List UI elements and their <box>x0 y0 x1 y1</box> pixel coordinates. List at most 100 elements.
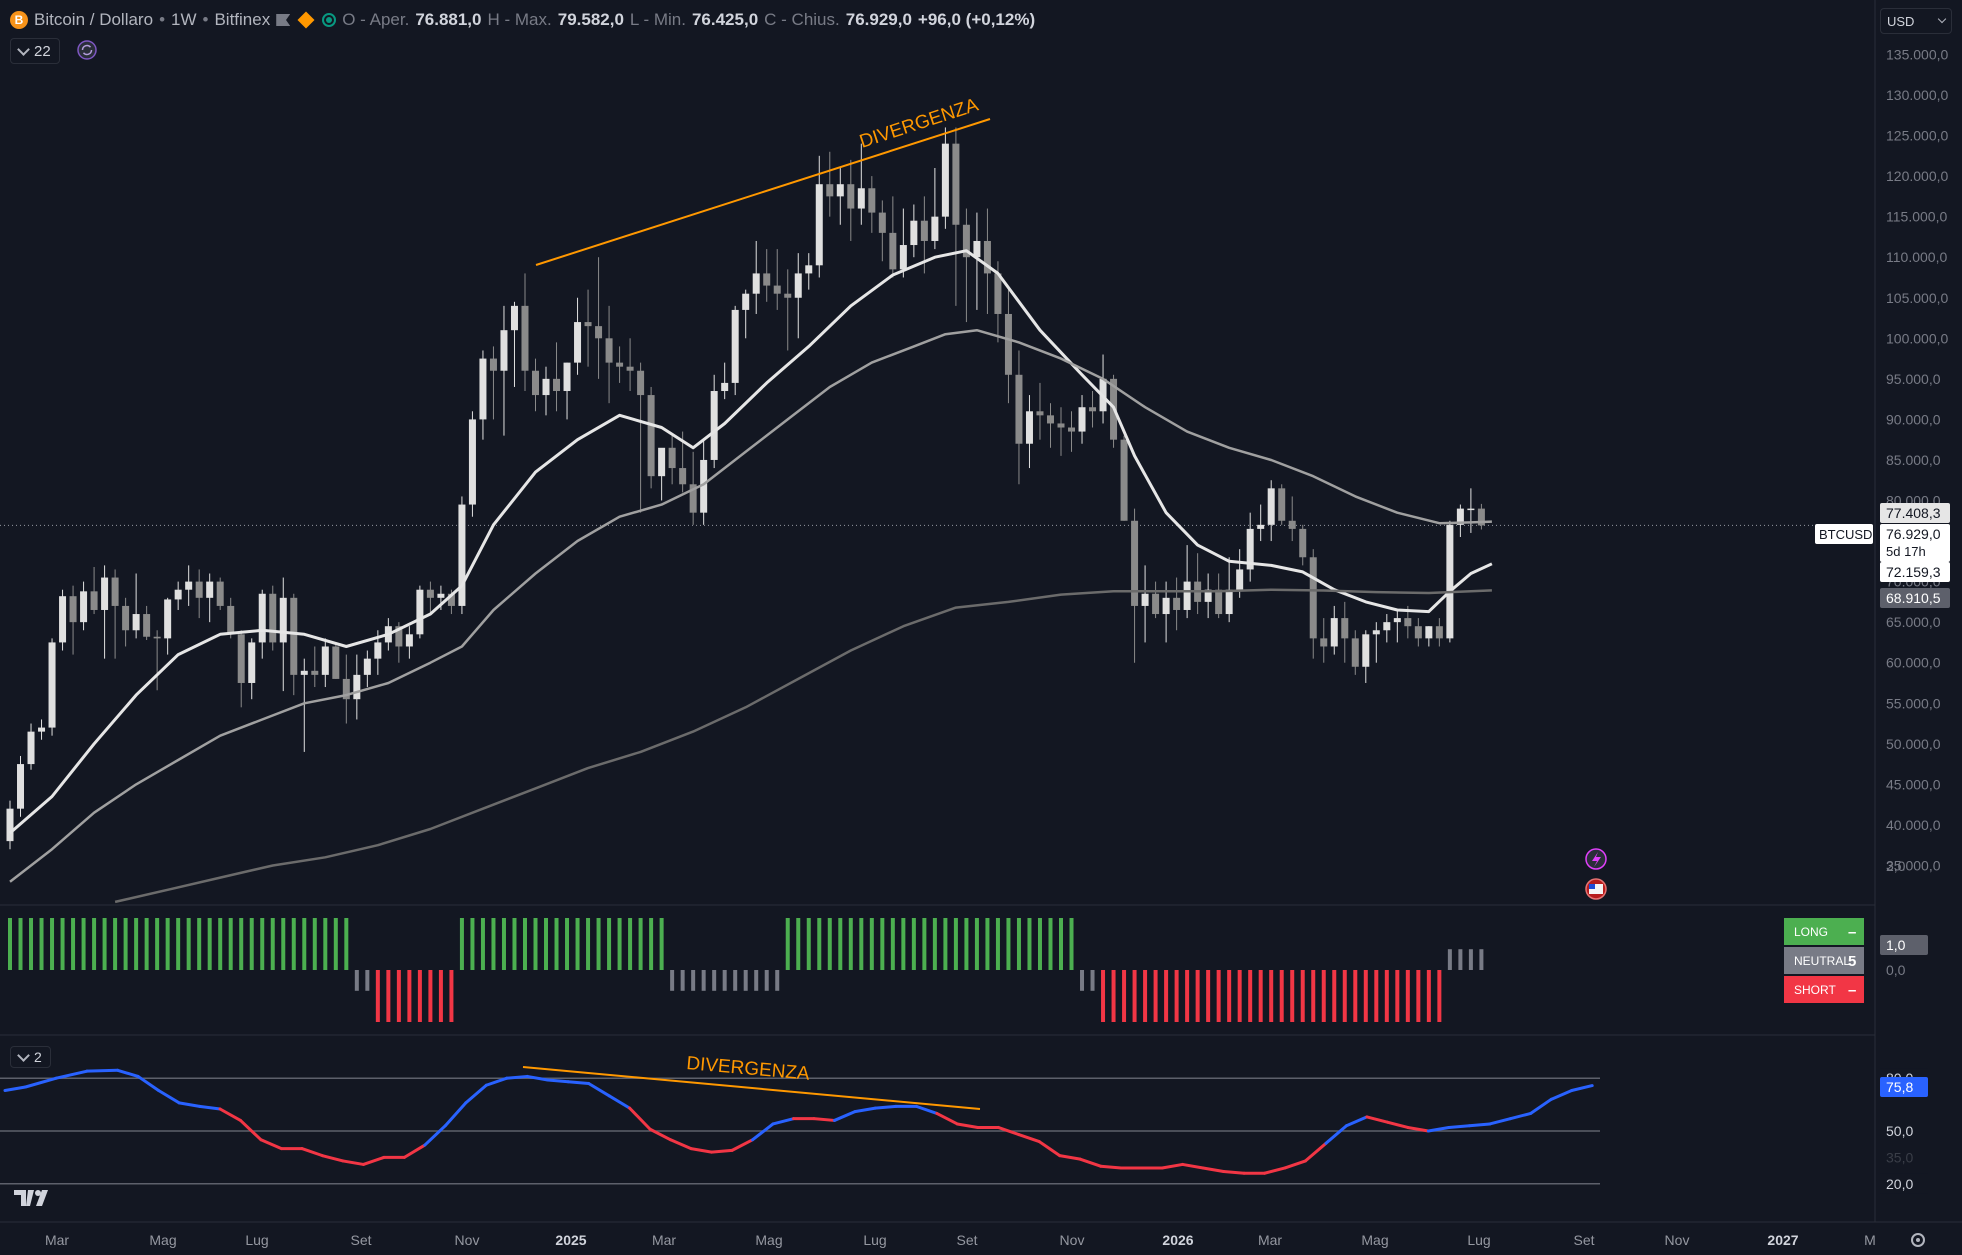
chevron-down-icon <box>17 42 30 56</box>
signal-bar <box>1027 918 1032 970</box>
rsi-segment <box>628 1106 652 1131</box>
signal-tick-label: 2,0 <box>1886 858 1906 874</box>
candle-body <box>1173 597 1181 610</box>
candle-body <box>6 808 14 842</box>
candle-body <box>1267 488 1275 525</box>
signal-bar <box>1479 949 1484 970</box>
trading-chart[interactable]: 135.000,0 130.000,0 125.000,0 120.000,0 115.… <box>0 0 1962 1255</box>
signal-bar <box>1227 970 1232 1022</box>
candle-body <box>763 273 771 286</box>
time-tick-label: Mar <box>652 1232 676 1248</box>
symbol-name[interactable]: Bitcoin / Dollaro <box>34 10 153 30</box>
candle-body <box>1393 618 1401 623</box>
signal-bar <box>522 918 527 970</box>
candle-body <box>143 614 151 637</box>
signal-bar <box>1069 918 1074 970</box>
candle-body <box>17 764 25 809</box>
time-tick-label: Mag <box>1361 1232 1388 1248</box>
candle-body <box>1467 508 1475 511</box>
candle-body <box>742 293 750 310</box>
ma-20-price-tag: 72.159,3 <box>1886 564 1941 580</box>
candle-body <box>1425 626 1433 639</box>
signal-bar <box>1048 918 1053 970</box>
signal-bar <box>1437 970 1442 1022</box>
signal-bar <box>239 918 244 970</box>
candle-body <box>164 599 172 639</box>
signal-bar <box>554 918 559 970</box>
signal-bar <box>344 918 349 970</box>
signal-bar <box>859 918 864 970</box>
candle-body <box>647 395 655 477</box>
candle-body <box>857 188 865 209</box>
rsi-segment <box>607 1094 632 1110</box>
time-tick-label: Lug <box>1467 1232 1490 1248</box>
sync-icon[interactable] <box>77 40 97 60</box>
signal-bar <box>1458 949 1463 970</box>
signal-bar <box>817 918 822 970</box>
rsi-segment <box>300 1147 324 1158</box>
price-tick-label: 95.000,0 <box>1886 371 1941 387</box>
rsi-segment <box>1078 1157 1103 1168</box>
legend-value: – <box>1848 982 1856 999</box>
signal-bar <box>491 918 496 970</box>
legend-value: – <box>1848 924 1856 941</box>
indicators-toggle[interactable]: 22 <box>10 38 60 64</box>
open-value: 76.881,0 <box>415 10 482 29</box>
market-status-icon[interactable] <box>322 13 337 27</box>
signal-bar <box>722 970 727 991</box>
currency-select[interactable]: USD <box>1880 8 1952 34</box>
signal-bar <box>943 918 948 970</box>
candle-body <box>27 731 35 765</box>
candle-body <box>416 589 424 635</box>
signal-bar <box>1405 970 1410 1022</box>
rsi-segment <box>1201 1166 1226 1173</box>
candle-body <box>584 322 592 327</box>
rsi-segment <box>1058 1154 1082 1161</box>
signal-bar <box>1174 970 1179 1022</box>
signal-bar <box>1216 970 1221 1022</box>
signal-bar <box>165 918 170 970</box>
signal-bar <box>1195 970 1200 1022</box>
rsi-current-tag: 75,8 <box>1886 1079 1913 1095</box>
legend-label: SHORT <box>1794 983 1836 997</box>
rsi-segment <box>341 1159 365 1166</box>
signal-bar <box>29 918 34 970</box>
candle-body <box>878 212 886 233</box>
candle-body <box>479 358 487 420</box>
candle-body <box>679 468 687 485</box>
candle-body <box>1015 374 1023 444</box>
candle-body <box>931 216 939 241</box>
legend-value: 5 <box>1848 953 1856 970</box>
signal-bar <box>1037 918 1042 970</box>
rsi-segment <box>423 1124 447 1147</box>
candle-body <box>101 577 109 610</box>
candle-body <box>563 362 571 392</box>
signal-bar <box>386 970 391 1022</box>
signal-bar <box>312 918 317 970</box>
rsi-segment <box>710 1148 734 1154</box>
signal-bar <box>449 970 454 1022</box>
time-tick-label: Mag <box>755 1232 782 1248</box>
candle-body <box>269 593 277 643</box>
signal-bar <box>291 918 296 970</box>
signal-bar <box>785 918 790 970</box>
signal-bar <box>113 918 118 970</box>
candle-body <box>405 634 413 647</box>
low-value: 76.425,0 <box>691 10 759 29</box>
rsi-indicator-toggle[interactable]: 2 <box>10 1046 51 1068</box>
flag-icon[interactable] <box>276 14 291 26</box>
signal-bar <box>92 918 97 970</box>
signal-bar <box>901 918 906 970</box>
signal-bar <box>144 918 149 970</box>
signal-bar <box>827 918 832 970</box>
candle-body <box>300 670 308 675</box>
candle-body <box>437 593 445 598</box>
candle-body <box>1299 528 1307 558</box>
signal-bars-group <box>8 918 1484 1022</box>
interval-label[interactable]: 1W <box>171 10 197 30</box>
diamond-icon[interactable] <box>297 11 315 29</box>
rsi-segment <box>1447 1124 1471 1129</box>
candle-body <box>1120 439 1128 521</box>
rsi-segment <box>1222 1169 1246 1175</box>
exchange-label[interactable]: Bitfinex <box>214 10 270 30</box>
